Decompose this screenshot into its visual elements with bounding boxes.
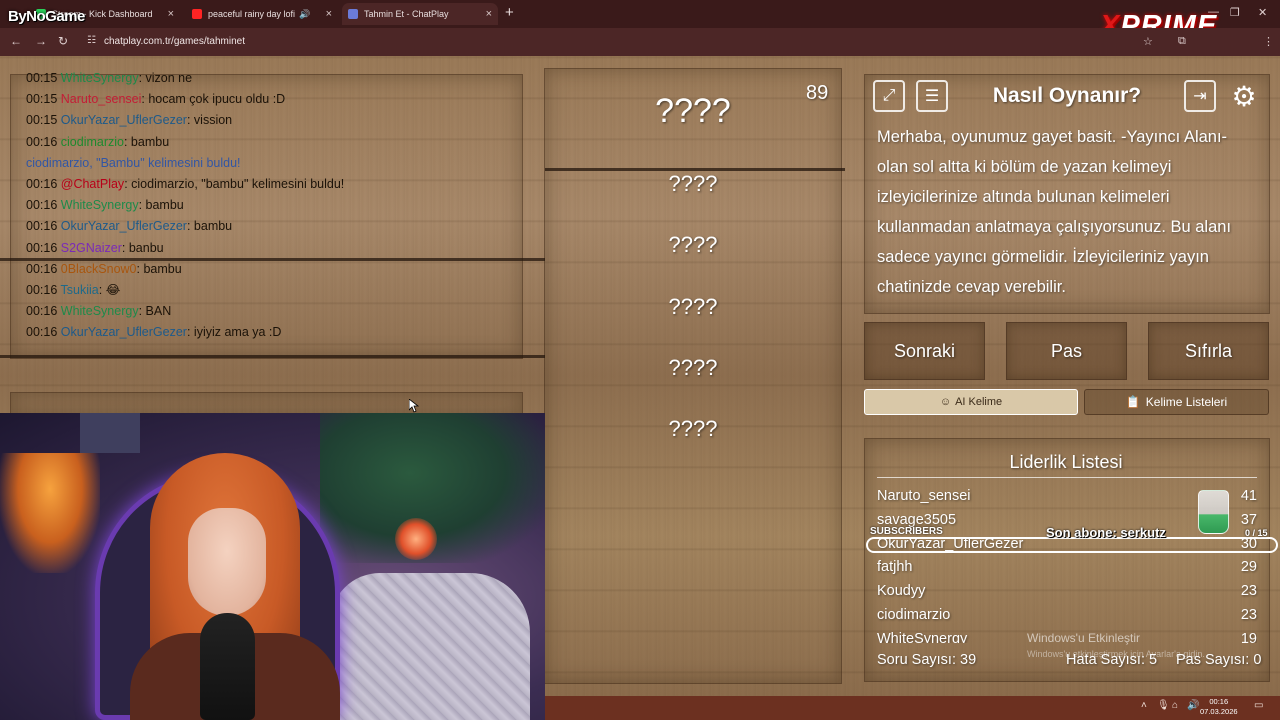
chat-system-message: ciodimarzio, "Bambu" kelimesini buldu!	[26, 155, 241, 170]
bookmark-star-icon[interactable]: ☆	[1143, 35, 1153, 48]
chat-message: 00:16 OkurYazar_UflerGezer: bambu	[26, 219, 233, 234]
forbidden-word: ????	[668, 171, 718, 196]
tab-chatplay[interactable]: Tahmin Et - ChatPlay ×	[342, 3, 498, 25]
chat-message: 00:16 Tsukiia: 😂	[26, 282, 121, 297]
windows-activation-title: Windows'u Etkinleştir	[1027, 631, 1140, 645]
microphone	[200, 613, 255, 720]
network-icon[interactable]: ⌂	[1172, 700, 1178, 711]
reload-icon[interactable]: ↻	[58, 34, 68, 48]
window-close-icon[interactable]: ✕	[1258, 6, 1267, 19]
close-icon[interactable]: ×	[486, 8, 492, 20]
fullscreen-icon[interactable]: ⤢	[873, 80, 905, 112]
lamp	[0, 453, 100, 573]
microphone-icon[interactable]: 🎙	[1157, 700, 1170, 711]
close-icon[interactable]: ×	[326, 8, 332, 20]
notes-icon[interactable]: ☰	[916, 80, 948, 112]
leaderboard-title: Liderlik Listesi	[1009, 452, 1123, 472]
clipboard-icon: 📋	[1125, 395, 1141, 409]
gear-icon[interactable]: ⚙	[1228, 80, 1260, 112]
leaderboard-divider	[877, 477, 1257, 478]
streamer-face	[188, 508, 266, 616]
menu-icon[interactable]: ⋮	[1263, 35, 1274, 48]
youtube-icon	[192, 9, 202, 19]
chat-message: 00:16 WhiteSynergy: bambu	[26, 198, 184, 213]
chat-message: 00:15 OkurYazar_UflerGezer: vission	[26, 113, 233, 128]
chevron-up-icon[interactable]: ˄	[1141, 700, 1147, 711]
back-icon[interactable]: ←	[10, 34, 22, 48]
howto-text: Merhaba, oyunumuz gayet basit. -Yayıncı …	[877, 128, 1232, 296]
speaker-icon[interactable]: 🔊	[299, 9, 310, 20]
chat-message: 00:16 @ChatPlay: ciodimarzio, "bambu" ke…	[26, 176, 345, 191]
reset-button[interactable]: Sıfırla	[1148, 322, 1269, 380]
chat-log: 00:15 WhiteSynergy: vizon ne 00:15 Narut…	[26, 68, 526, 343]
subscriber-jar-icon	[1198, 490, 1229, 534]
chatplay-icon	[348, 9, 358, 19]
system-clock[interactable]: 00:16 07.03.2026	[1200, 697, 1238, 717]
howto-title: Nasıl Oynanır?	[992, 84, 1142, 107]
forbidden-word: ????	[668, 355, 718, 380]
chat-message: 00:16 0BlackSnow0: bambu	[26, 261, 182, 276]
forbidden-word: ????	[668, 294, 718, 319]
tab-label: Tahmin Et - ChatPlay	[364, 9, 449, 19]
url-field[interactable]: chatplay.com.tr/games/tahminet	[104, 36, 245, 47]
chat-message: 00:16 S2GNaizer: banbu	[26, 240, 164, 255]
subscriber-count: 0 / 15	[1245, 528, 1268, 538]
robot-icon: ☺	[939, 396, 952, 408]
chat-message: 00:15 Naruto_sensei: hocam çok ipucu old…	[26, 92, 286, 107]
notification-icon[interactable]: ▭	[1254, 700, 1263, 711]
next-button[interactable]: Sonraki	[864, 322, 985, 380]
extensions-icon[interactable]: ⧉	[1178, 35, 1186, 48]
word-lists-button[interactable]: 📋 Kelime Listeleri	[1084, 389, 1269, 415]
mouse-cursor-icon	[409, 399, 419, 413]
windows-activation-text: Windows'u etkinleştirmek için Ayarlar'a …	[1027, 649, 1205, 659]
site-info-icon[interactable]: ☷	[87, 35, 96, 46]
chat-message: 00:16 OkurYazar_UflerGezer: iyiyiz ama y…	[26, 325, 282, 340]
exit-icon[interactable]: ⇥	[1184, 80, 1216, 112]
forbidden-word: ????	[668, 232, 718, 257]
chat-message: 00:16 WhiteSynergy: BAN	[26, 304, 172, 319]
leaderboard-row: ciodimarzio 23	[877, 607, 1257, 623]
chat-message: 00:15 WhiteSynergy: vizon ne	[26, 71, 193, 85]
tab-label: peaceful rainy day lofi	[208, 9, 296, 19]
forbidden-word: ????	[668, 416, 718, 441]
maximize-icon[interactable]: ❐	[1230, 6, 1240, 19]
webcam-feed	[0, 413, 545, 720]
new-tab-button[interactable]: +	[505, 5, 514, 20]
question-count: Soru Sayısı: 39	[877, 652, 977, 668]
browser-tab-bar: Stream - Kick Dashboard × peaceful rainy…	[0, 0, 1280, 28]
main-word: ????	[655, 92, 731, 130]
tab-lofi[interactable]: peaceful rainy day lofi 🔊 ×	[186, 3, 338, 25]
streamer-brand-logo: ByNoGame	[8, 8, 85, 25]
address-bar: ← → ↻ ☷ chatplay.com.tr/games/tahminet ☆…	[0, 28, 1280, 56]
pass-button[interactable]: Pas	[1006, 322, 1127, 380]
subscribers-label: SUBSCRIBERS	[870, 526, 943, 537]
leaderboard-row: fatjhh 29	[877, 559, 1257, 575]
streamer-area-panel	[10, 392, 523, 414]
wood-crack	[0, 355, 545, 358]
last-subscriber: Son abone: serkutz	[1046, 525, 1166, 540]
leaderboard-row: Koudyy 23	[877, 583, 1257, 599]
chat-message: 00:16 ciodimarzio: bambu	[26, 134, 170, 149]
lamp-light	[395, 518, 437, 560]
ai-word-button[interactable]: ☺ AI Kelime	[864, 389, 1078, 415]
forward-icon[interactable]: →	[35, 34, 47, 48]
knit-blanket	[330, 573, 530, 720]
shelf	[80, 413, 140, 453]
volume-icon[interactable]: 🔊	[1187, 700, 1199, 711]
close-icon[interactable]: ×	[168, 8, 174, 20]
